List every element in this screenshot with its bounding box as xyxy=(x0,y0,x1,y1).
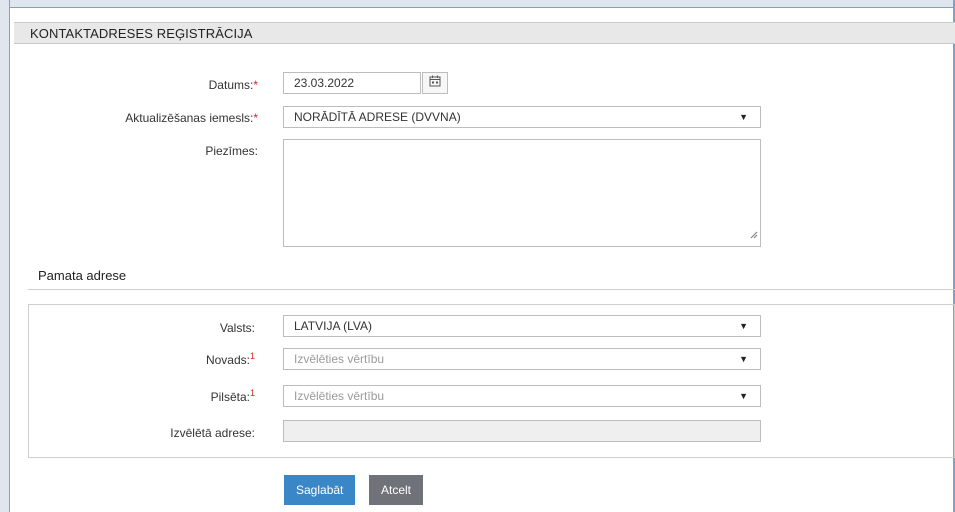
county-placeholder: Izvēlēties vērtību xyxy=(294,352,385,366)
calendar-icon xyxy=(429,74,441,92)
page-title: KONTAKTADRESES REĢISTRĀCIJA xyxy=(30,26,253,41)
reason-label: Aktualizēšanas iemesls:* xyxy=(125,111,258,125)
selected-address-field xyxy=(283,420,761,442)
reason-value: NORĀDĪTĀ ADRESE (DVVNA) xyxy=(294,110,461,124)
county-select[interactable]: Izvēlēties vērtību ▼ xyxy=(283,348,761,370)
date-label: Datums:* xyxy=(209,78,258,92)
required-mark: * xyxy=(253,78,258,92)
reason-select[interactable]: NORĀDĪTĀ ADRESE (DVVNA) ▼ xyxy=(283,106,761,128)
country-value: LATVIJA (LVA) xyxy=(294,319,373,333)
chevron-down-icon: ▼ xyxy=(739,321,748,331)
required-mark: * xyxy=(253,111,258,125)
divider xyxy=(28,289,955,290)
date-label-text: Datums: xyxy=(208,78,254,92)
footnote-mark: 1 xyxy=(249,388,255,398)
city-select[interactable]: Izvēlēties vērtību ▼ xyxy=(283,385,761,407)
chevron-down-icon: ▼ xyxy=(739,112,748,122)
calendar-button[interactable] xyxy=(422,72,448,94)
cancel-button[interactable]: Atcelt xyxy=(369,475,424,505)
chevron-down-icon: ▼ xyxy=(739,391,748,401)
reason-label-text: Aktualizēšanas iemesls: xyxy=(125,111,254,125)
notes-label: Piezīmes: xyxy=(205,144,258,158)
footnote-mark: 1 xyxy=(249,351,255,361)
section-header: KONTAKTADRESES REĢISTRĀCIJA xyxy=(14,22,955,44)
address-section-title: Pamata adrese xyxy=(38,268,127,283)
save-button[interactable]: Saglabāt xyxy=(284,475,356,505)
date-input[interactable]: 23.03.2022 xyxy=(283,72,421,94)
window-frame-left xyxy=(0,0,10,512)
resize-grip-icon[interactable] xyxy=(750,226,758,244)
selected-address-label: Izvēlētā adrese: xyxy=(170,426,255,440)
country-select[interactable]: LATVIJA (LVA) ▼ xyxy=(283,315,761,337)
chevron-down-icon: ▼ xyxy=(739,354,748,364)
country-label: Valsts: xyxy=(219,321,255,335)
county-label: Novads:1 xyxy=(205,351,255,367)
city-placeholder: Izvēlēties vērtību xyxy=(294,389,385,403)
city-label-text: Pilsēta: xyxy=(210,390,250,404)
notes-textarea[interactable] xyxy=(283,139,761,247)
city-label: Pilsēta:1 xyxy=(210,388,255,404)
date-value: 23.03.2022 xyxy=(294,76,355,90)
window-frame-top xyxy=(10,0,955,8)
county-label-text: Novads: xyxy=(205,353,250,367)
